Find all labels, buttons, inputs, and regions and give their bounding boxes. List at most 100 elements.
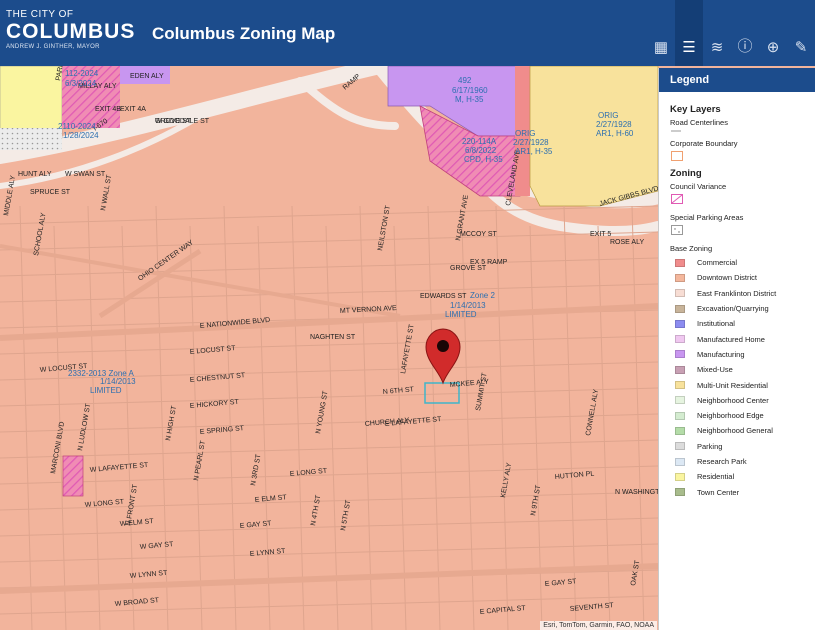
- zoning-case-label: 1/14/2013: [100, 377, 136, 386]
- legend-zone-row: Research Park: [670, 454, 815, 469]
- zone-label: Multi-Unit Residential: [697, 380, 768, 390]
- zoning-case-label: 6/8/2022: [465, 146, 497, 155]
- street-label: EXIT 5: [590, 231, 611, 238]
- logo-line-3: ANDREW J. GINTHER, MAYOR: [6, 44, 100, 50]
- zone-label: Town Center: [697, 487, 740, 497]
- zone-swatch: [675, 273, 685, 282]
- zoning-case-label: 2110-2024: [58, 122, 96, 131]
- zone-swatch: [675, 381, 685, 390]
- street-label: EXIT 4B: [95, 106, 121, 113]
- corporate-boundary-icon: [671, 151, 815, 161]
- zone-label: Manufactured Home: [697, 334, 765, 344]
- map-attribution: Esri, TomTom, Garmin, FAO, NOAA: [540, 621, 657, 630]
- zoning-case-label: 6/17/1960: [452, 86, 488, 95]
- legend-zone-row: Manufactured Home: [670, 331, 815, 346]
- legend-zone-row: Downtown District: [670, 270, 815, 285]
- residential-zone[interactable]: [0, 66, 63, 139]
- zone-swatch: [675, 258, 685, 267]
- legend-header: Legend: [659, 68, 815, 92]
- zone-label: Neighborhood General: [697, 426, 773, 436]
- zone-label: Downtown District: [697, 273, 758, 283]
- legend-zone-row: Institutional: [670, 316, 815, 331]
- zone-swatch: [675, 304, 685, 313]
- zone-swatch: [675, 365, 685, 374]
- street-label: ROSE ALY: [610, 239, 644, 246]
- zoning-case-label: 220-114A: [462, 137, 497, 146]
- street-label: GROVE ST: [450, 265, 487, 272]
- legend-special-parking: Special Parking Areas: [670, 213, 744, 222]
- zoning-case-label: AR1, H-35: [515, 147, 553, 156]
- zone-swatch: [675, 488, 685, 497]
- zone-swatch: [675, 426, 685, 435]
- zoning-case-label: 1/28/2024: [63, 131, 99, 140]
- zone-swatch: [675, 472, 685, 481]
- legend-zone-row: Manufacturing: [670, 347, 815, 362]
- street-label: MCCOY ST: [460, 231, 498, 238]
- zone-label: Neighborhood Center: [697, 395, 769, 405]
- zoning-case-label: AR1, H-60: [596, 129, 634, 138]
- legend-zone-row: Town Center: [670, 484, 815, 499]
- zoning-case-label: ORIG: [598, 111, 618, 120]
- zone-label: East Franklinton District: [697, 288, 777, 298]
- special-parking-icon: [671, 225, 815, 237]
- parking-zone[interactable]: [0, 128, 62, 150]
- legend-panel: Legend Key Layers Road Centerlines Corpo…: [658, 68, 815, 630]
- legend-zone-row: Neighborhood Center: [670, 393, 815, 408]
- layers-icon[interactable]: ≋: [703, 0, 731, 66]
- base-zoning-list: Commercial Downtown District East Franklin…: [670, 255, 815, 500]
- zone-label: Manufacturing: [697, 349, 745, 359]
- council-variance-swatch: [671, 194, 683, 204]
- base-zoning-title: Base Zoning: [670, 244, 713, 253]
- legend-zone-row: Commercial: [670, 255, 815, 270]
- zone-swatch: [675, 442, 685, 451]
- zoning-case-label: LIMITED: [445, 310, 477, 319]
- zone-label: Neighborhood Edge: [697, 411, 764, 421]
- zoning-title: Zoning: [670, 168, 702, 179]
- council-variance-ludlow[interactable]: [62, 455, 84, 497]
- app-header: THE CITY OF COLUMBUS ANDREW J. GINTHER, …: [0, 0, 815, 66]
- legend-zone-row: Multi-Unit Residential: [670, 377, 815, 392]
- zone-label: Mixed-Use: [697, 365, 733, 375]
- street-label: HUNT ALY: [18, 171, 52, 178]
- header-toolbar: ▦ ☰ ≋ ⓘ ⊕ ✎: [647, 0, 815, 66]
- legend-zone-row: Mixed-Use: [670, 362, 815, 377]
- legend-zone-row: Residential: [670, 469, 815, 484]
- zoning-case-label: 6/3/2024: [65, 79, 97, 88]
- legend-zone-row: Parking: [670, 439, 815, 454]
- legend-body: Key Layers Road Centerlines Corporate Bo…: [659, 92, 815, 500]
- special-parking-swatch: [671, 225, 683, 235]
- zone-swatch: [675, 319, 685, 328]
- zoning-case-label: 112-2024: [65, 69, 99, 78]
- zoning-map-app: THE CITY OF COLUMBUS ANDREW J. GINTHER, …: [0, 0, 815, 630]
- road-centerline-icon: [671, 130, 815, 132]
- legend-zone-row: East Franklinton District: [670, 286, 815, 301]
- zone-label: Excavation/Quarrying: [697, 304, 769, 314]
- legend-road-centerlines: Road Centerlines: [670, 118, 728, 127]
- zone-label: Commercial: [697, 258, 738, 268]
- zoning-case-label: 1/14/2013: [450, 301, 486, 310]
- multi-unit-zone-orig[interactable]: [529, 66, 659, 207]
- measure-icon[interactable]: ✎: [787, 0, 815, 66]
- zoning-case-label: M, H-35: [455, 95, 484, 104]
- basemap-gallery-icon[interactable]: ▦: [647, 0, 675, 66]
- legend-zone-row: Neighborhood Edge: [670, 408, 815, 423]
- street-label: EDEN ALY: [130, 73, 164, 80]
- zone-swatch: [675, 457, 685, 466]
- zoning-case-label: LIMITED: [90, 386, 122, 395]
- street-label: SPRUCE ST: [30, 189, 71, 196]
- legend-list-icon[interactable]: ☰: [675, 0, 703, 66]
- zoning-case-label: ORIG: [515, 129, 535, 138]
- zone-label: Parking: [697, 441, 723, 451]
- key-layers-title: Key Layers: [670, 104, 721, 115]
- zone-label: Residential: [697, 472, 735, 482]
- street-label: GROVE ST: [155, 118, 192, 125]
- zone-label: Research Park: [697, 457, 747, 466]
- street-label: NAGHTEN ST: [310, 334, 356, 341]
- city-logo[interactable]: THE CITY OF COLUMBUS ANDREW J. GINTHER, …: [6, 9, 136, 51]
- logo-line-1: THE CITY OF: [6, 9, 74, 20]
- share-icon[interactable]: ⊕: [759, 0, 787, 66]
- legend-council-variance: Council Variance: [670, 182, 727, 191]
- logo-line-2: COLUMBUS: [6, 20, 136, 43]
- legend-zone-row: Neighborhood General: [670, 423, 815, 438]
- info-icon[interactable]: ⓘ: [731, 0, 759, 66]
